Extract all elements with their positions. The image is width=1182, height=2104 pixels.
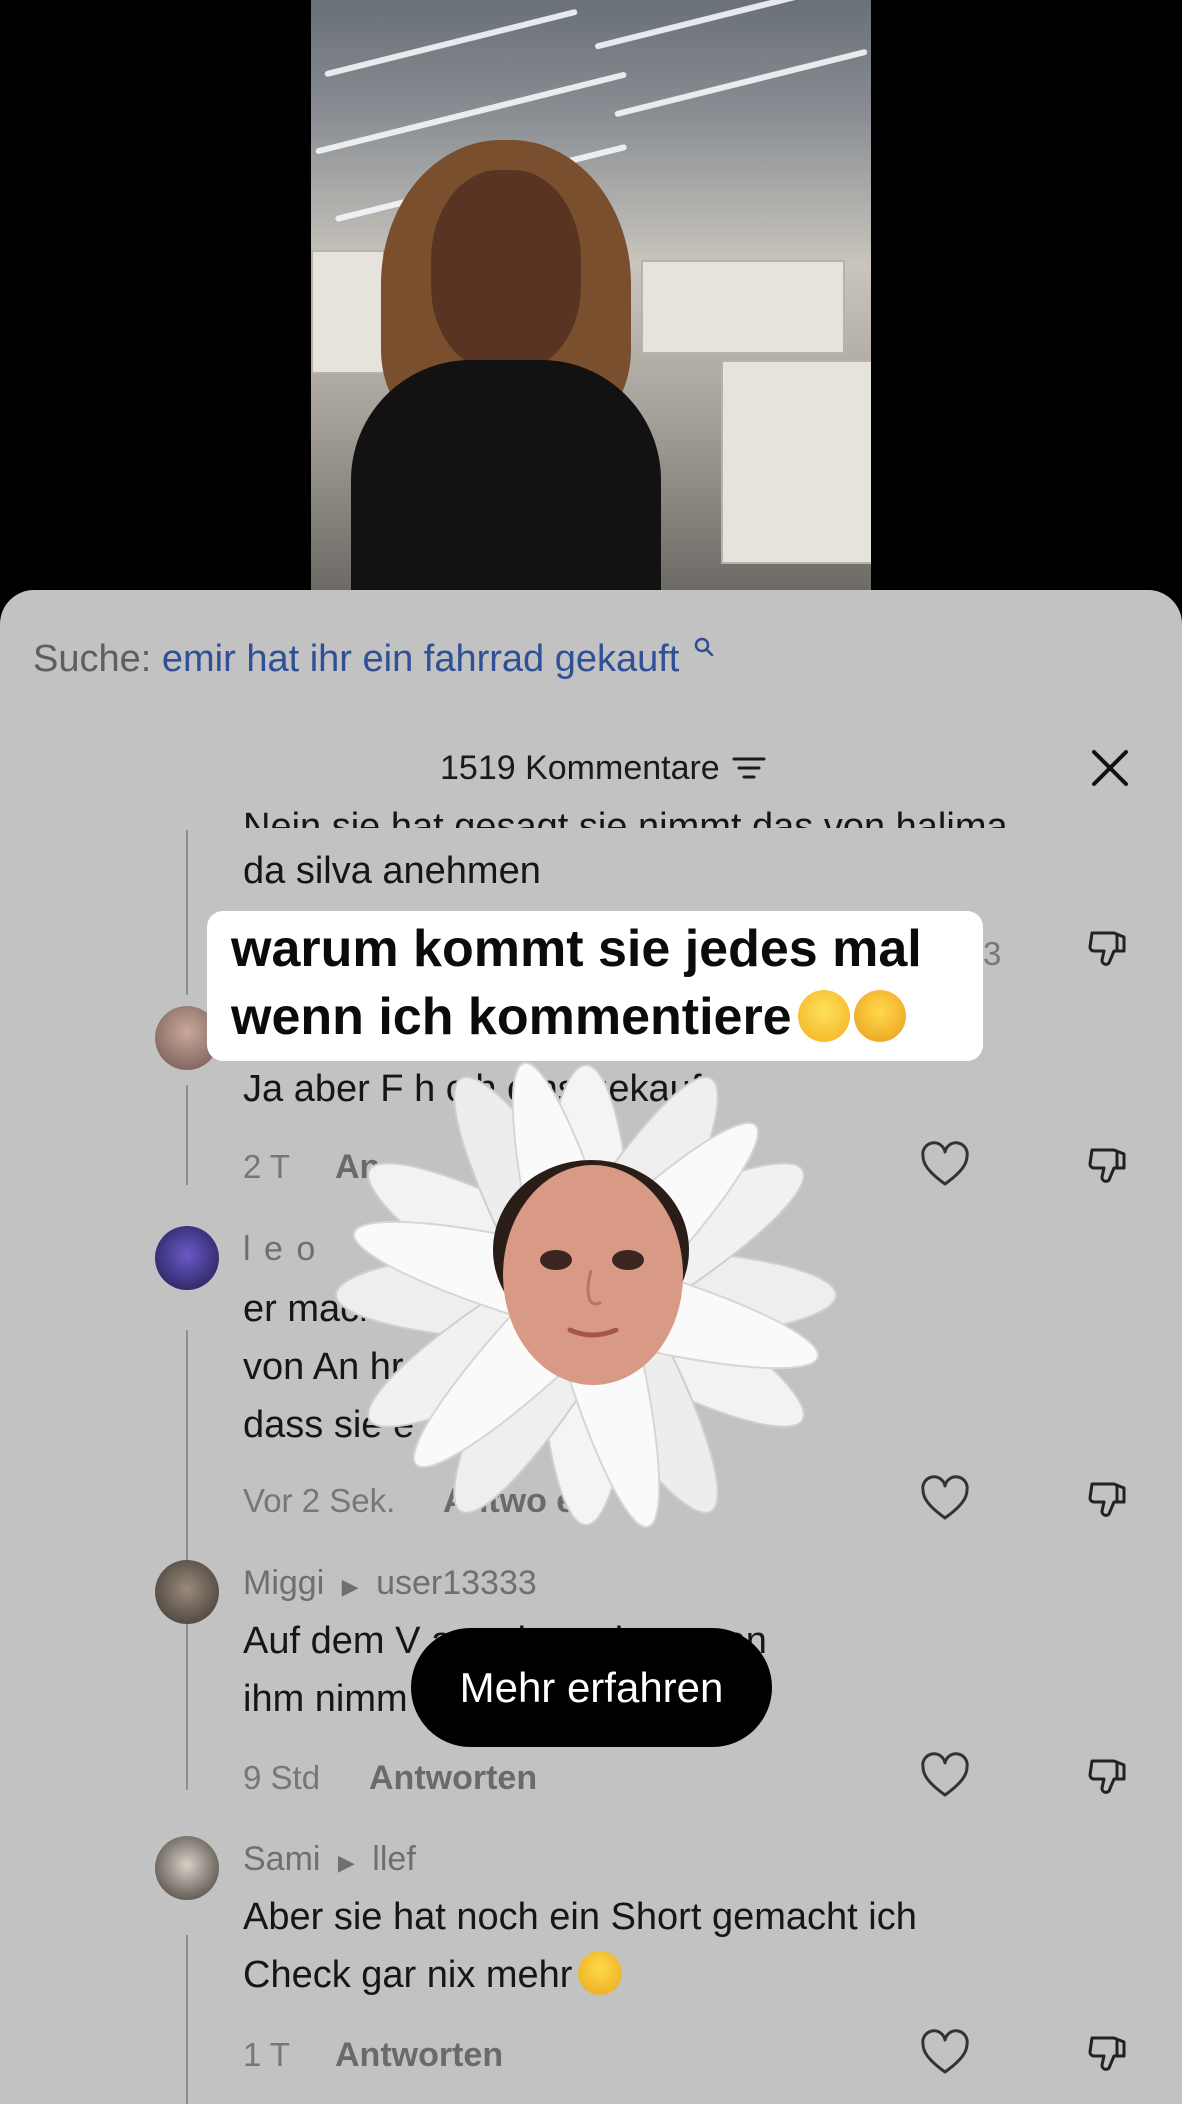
heart-icon[interactable]	[919, 1751, 971, 1803]
search-icon[interactable]	[694, 637, 714, 657]
comment-username[interactable]: Miggi ▶ user13333	[243, 1564, 537, 1603]
comment-text: da silva anehmen	[243, 850, 541, 892]
comment-timestamp: 9 Std	[243, 1759, 321, 1796]
video-frame[interactable]	[311, 0, 871, 590]
caption-line: wenn ich kommentiere	[231, 988, 792, 1046]
reply-button[interactable]: Antworten	[369, 1759, 537, 1798]
ceiling-light	[324, 8, 578, 78]
store-shelf	[641, 260, 845, 354]
filter-icon[interactable]	[732, 755, 766, 781]
caption-line-with-emoji: wenn ich kommentiere	[231, 987, 906, 1047]
reply-arrow-icon: ▶	[341, 1574, 359, 1599]
comment-text: ihm nimm	[243, 1678, 408, 1720]
comments-count-label: 1519 Kommentare	[440, 748, 720, 787]
caption-line: warum kommt sie jedes mal	[231, 920, 922, 978]
comment-username-text: Miggi	[243, 1564, 325, 1602]
grinning-face-emoji-icon	[797, 990, 850, 1042]
caption-overlay: warum kommt sie jedes mal wenn ich komme…	[207, 911, 983, 1061]
dislike-icon[interactable]	[1084, 1140, 1136, 1192]
person-face	[431, 170, 581, 370]
reply-arrow-icon: ▶	[337, 1850, 355, 1875]
reply-to-username[interactable]: user13333	[376, 1564, 537, 1602]
reply-to-username[interactable]: llef	[372, 1840, 415, 1878]
thread-line	[186, 1610, 188, 1790]
dislike-icon[interactable]	[1084, 2028, 1136, 2080]
like-count: 3	[983, 935, 1002, 972]
video-player[interactable]	[0, 0, 1182, 600]
store-shelf	[311, 250, 385, 374]
comment-username-text: Sami	[243, 1840, 321, 1878]
ceiling-light	[614, 48, 868, 118]
avatar[interactable]	[155, 1836, 219, 1900]
heart-icon[interactable]	[919, 1474, 971, 1526]
thread-line	[186, 830, 188, 995]
comment-text: Aber sie hat noch ein Short gemacht ich	[243, 1896, 917, 1938]
dislike-icon[interactable]	[1084, 1751, 1136, 1803]
comments-count[interactable]: 1519 Kommentare	[440, 738, 766, 798]
thread-line	[186, 1085, 188, 1185]
dislike-icon[interactable]	[1084, 1474, 1136, 1526]
avatar[interactable]	[155, 1560, 219, 1624]
avatar[interactable]	[155, 1226, 219, 1290]
heart-icon[interactable]	[919, 1140, 971, 1192]
daisy-face-sticker	[335, 1061, 837, 1529]
comment-text: Check gar nix mehr	[243, 1954, 573, 1996]
ceiling-light	[315, 71, 627, 155]
thread-line	[186, 1935, 188, 2104]
close-icon[interactable]	[1086, 744, 1134, 792]
comment-text-partial: Nein sie hat gesagt sie nimmt das von ha…	[243, 806, 1008, 828]
crying-face-emoji-icon	[853, 990, 906, 1042]
search-query-link[interactable]: emir hat ihr ein fahrrad gekauft	[162, 638, 680, 680]
dislike-icon[interactable]	[1084, 923, 1136, 975]
store-counter	[721, 360, 871, 564]
person-body	[351, 360, 661, 590]
comments-header: 1519 Kommentare	[0, 738, 1182, 798]
search-prefix: Suche:	[33, 638, 152, 680]
heart-icon[interactable]	[919, 2028, 971, 2080]
comment-text-with-emoji: Check gar nix mehr	[243, 1946, 623, 2004]
flushed-face-emoji-icon	[578, 1951, 623, 1995]
reply-button[interactable]: Antworten	[335, 2036, 503, 2075]
search-suggestion[interactable]: Suche: emir hat ihr ein fahrrad gekauft	[33, 637, 714, 681]
comment-timestamp: 1 T	[243, 2036, 291, 2073]
ceiling-light	[594, 0, 868, 50]
comment-timestamp: 2 T	[243, 1148, 291, 1185]
learn-more-button[interactable]: Mehr erfahren	[411, 1628, 772, 1747]
comment-username[interactable]: Sami ▶ llef	[243, 1840, 416, 1879]
